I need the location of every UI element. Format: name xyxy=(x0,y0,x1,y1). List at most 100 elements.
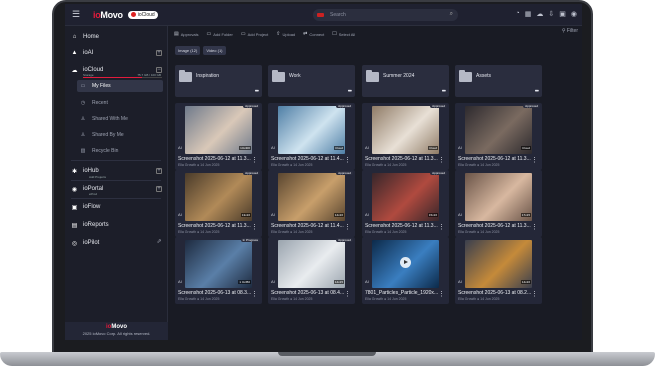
file-card[interactable]: Approved AI 15x16 Screenshot 2025-06-12 at … xyxy=(362,170,449,237)
sidebar-item-iohub[interactable]: ✱ ioHub + xyxy=(65,164,168,178)
camera-icon[interactable]: ▣ xyxy=(559,10,566,18)
more-icon[interactable]: ••• xyxy=(255,89,259,95)
sidebar-item-shared-with-me[interactable]: ♙ Shared With Me xyxy=(77,113,163,125)
more-icon[interactable]: ⋮ xyxy=(531,224,538,231)
more-icon[interactable]: ••• xyxy=(348,89,352,95)
search-scope-flag-icon[interactable] xyxy=(317,13,324,17)
folder-icon xyxy=(366,70,379,82)
sidebar-item-iopilot[interactable]: ◎ ioPilot ⇗ xyxy=(65,236,168,250)
more-icon[interactable]: ⋮ xyxy=(344,291,351,298)
sidebar-item-ioportal[interactable]: ◉ ioPortal + xyxy=(65,182,168,196)
file-title: Screenshot 2025-06-12 at 11.4... xyxy=(271,156,344,162)
top-bar: ☰ ioMovo ioCloud Search ⌕ ◔ ▦ ☁ ⇩ ▣ ◉ xyxy=(65,4,582,26)
sidebar-item-shared-by-me[interactable]: ♙ Shared By Me xyxy=(77,129,163,141)
file-card[interactable]: Approved AI Cloud Screenshot 2025-06-12 at … xyxy=(268,103,355,170)
folder-icon: ▭ xyxy=(80,83,86,89)
sidebar-item-my-files[interactable]: ▭ My Files xyxy=(77,80,163,92)
file-card[interactable]: AI 7801_Particles_Particle_1920x... Ella G… xyxy=(362,237,449,304)
search-input[interactable]: Search ⌕ xyxy=(313,9,458,21)
folder-card[interactable]: Summer 2024 ••• xyxy=(362,65,449,97)
more-icon[interactable]: ⋮ xyxy=(531,291,538,298)
file-card[interactable]: Approved AI 14x400 Screenshot 2025-06-12 at… xyxy=(175,103,262,170)
expand-icon[interactable]: + xyxy=(156,168,162,174)
cloud-icon: ☁ xyxy=(71,67,78,74)
more-icon[interactable]: ⋮ xyxy=(251,224,258,231)
dimension-badge: Cloud xyxy=(428,146,438,150)
status-badge: Approved xyxy=(336,104,353,108)
folder-card[interactable]: Work ••• xyxy=(268,65,355,97)
more-icon[interactable]: ⋮ xyxy=(438,157,445,164)
file-card[interactable]: Approved AI 13x16 Screenshot 2025-06-12 at … xyxy=(175,170,262,237)
file-meta: Ella Growth ● 14 Jun 2025 xyxy=(178,297,220,301)
file-card[interactable]: Approved AI 14x16 Screenshot 2025-06-12 at … xyxy=(268,170,355,237)
laptop-frame: ☰ ioMovo ioCloud Search ⌕ ◔ ▦ ☁ ⇩ ▣ ◉ ⌂ H… xyxy=(52,0,593,356)
file-meta: Ella Growth ● 14 Jun 2025 xyxy=(365,163,407,167)
sidebar-item-recent[interactable]: ◷ Recent xyxy=(77,97,163,109)
sidebar-item-recycle-bin[interactable]: ▥ Recycle Bin xyxy=(77,145,163,157)
folder-card[interactable]: Assets ••• xyxy=(455,65,542,97)
more-icon[interactable]: ⋮ xyxy=(344,224,351,231)
grid-icon[interactable]: ▦ xyxy=(525,10,532,18)
workspace-chip[interactable]: ioCloud xyxy=(127,10,158,19)
ai-badge: AI xyxy=(458,279,462,284)
add-folder-button[interactable]: ▭ Add Folder xyxy=(207,31,233,37)
approvals-button[interactable]: ▤ Approvals xyxy=(174,31,199,37)
more-icon[interactable]: ⋮ xyxy=(344,157,351,164)
file-toolbar: ▤ Approvals ▭ Add Folder ▭ Add Project ⇧ Upl… xyxy=(174,28,578,40)
file-card[interactable]: Approved AI Cloud Screenshot 2025-06-12 at … xyxy=(455,103,542,170)
file-title: Screenshot 2025-06-12 at 11.3... xyxy=(365,223,438,229)
dimension-badge: 13x16 xyxy=(240,213,251,217)
more-icon[interactable]: ⋮ xyxy=(438,224,445,231)
upload-button[interactable]: ⇧ Upload xyxy=(276,31,295,37)
select-all-button[interactable]: ☐ Select All xyxy=(332,31,355,37)
more-icon[interactable]: ⋮ xyxy=(251,291,258,298)
search-icon[interactable]: ⌕ xyxy=(450,11,453,18)
folder-icon xyxy=(459,70,472,82)
sidebar-divider xyxy=(71,180,161,181)
dimension-badge: 14x15 xyxy=(333,280,344,284)
ai-badge: AI xyxy=(178,212,182,217)
sidebar-item-ioreports[interactable]: ▤ ioReports xyxy=(65,218,168,232)
expand-icon[interactable]: + xyxy=(156,50,162,56)
file-thumbnail[interactable] xyxy=(372,240,439,288)
dimension-badge: 14x400 xyxy=(239,146,251,150)
expand-icon[interactable]: + xyxy=(156,186,162,192)
file-card[interactable]: AI 17x15 Screenshot 2025-06-12 at 11.3... E… xyxy=(455,170,542,237)
file-title: Screenshot 2025-06-13 at 08.3... xyxy=(178,290,252,296)
ioportal-sub: eProd xyxy=(89,192,98,196)
approvals-icon: ▤ xyxy=(174,31,179,37)
external-link-icon[interactable]: ⇗ xyxy=(156,239,162,246)
filter-button[interactable]: ⚲ Filter xyxy=(562,28,578,34)
more-icon[interactable]: ⋮ xyxy=(251,157,258,164)
record-icon[interactable]: ◉ xyxy=(571,10,577,18)
play-icon[interactable] xyxy=(400,257,411,268)
cloud-download-icon[interactable]: ⇩ xyxy=(548,10,554,18)
hamburger-menu-icon[interactable]: ☰ xyxy=(72,9,81,20)
cloud-upload-icon[interactable]: ☁ xyxy=(536,10,543,18)
file-card[interactable]: AI 14x16 Screenshot 2025-06-13 at 08.2... E… xyxy=(455,237,542,304)
app-logo[interactable]: ioMovo xyxy=(93,10,123,20)
status-badge: Approved xyxy=(336,171,353,175)
more-icon[interactable]: ⋮ xyxy=(531,157,538,164)
file-title: Screenshot 2025-06-12 at 11.4... xyxy=(271,223,344,229)
sidebar-item-home[interactable]: ⌂ Home xyxy=(65,30,168,44)
status-badge: Approved xyxy=(430,171,447,175)
more-icon[interactable]: ⋮ xyxy=(438,291,445,298)
folder-card[interactable]: Inspiration ••• xyxy=(175,65,262,97)
pill-images[interactable]: Image (12) xyxy=(175,46,201,55)
folder-name: Assets xyxy=(476,73,492,79)
file-card[interactable]: Approved AI Cloud Screenshot 2025-06-12 at … xyxy=(362,103,449,170)
add-project-button[interactable]: ▭ Add Project xyxy=(241,31,268,37)
sidebar-item-ioflow[interactable]: ▣ ioFlow xyxy=(65,200,168,214)
sidebar-divider xyxy=(71,160,161,161)
file-meta: Ella Growth ● 14 Jun 2025 xyxy=(271,297,313,301)
connect-button[interactable]: ⇄ Connect xyxy=(303,31,324,37)
more-icon[interactable]: ••• xyxy=(442,89,446,95)
file-card[interactable]: In Progress AI 1 4x450 Screenshot 2025-06-1… xyxy=(175,237,262,304)
bell-icon[interactable]: ◔ xyxy=(516,10,520,18)
more-icon[interactable]: ••• xyxy=(535,89,539,95)
sidebar-item-ioai[interactable]: ▲ ioAI + xyxy=(65,46,168,60)
folder-name: Work xyxy=(289,73,301,79)
file-card[interactable]: Approved AI 14x15 Screenshot 2025-06-13 at … xyxy=(268,237,355,304)
pill-videos[interactable]: Video (1) xyxy=(203,46,226,55)
